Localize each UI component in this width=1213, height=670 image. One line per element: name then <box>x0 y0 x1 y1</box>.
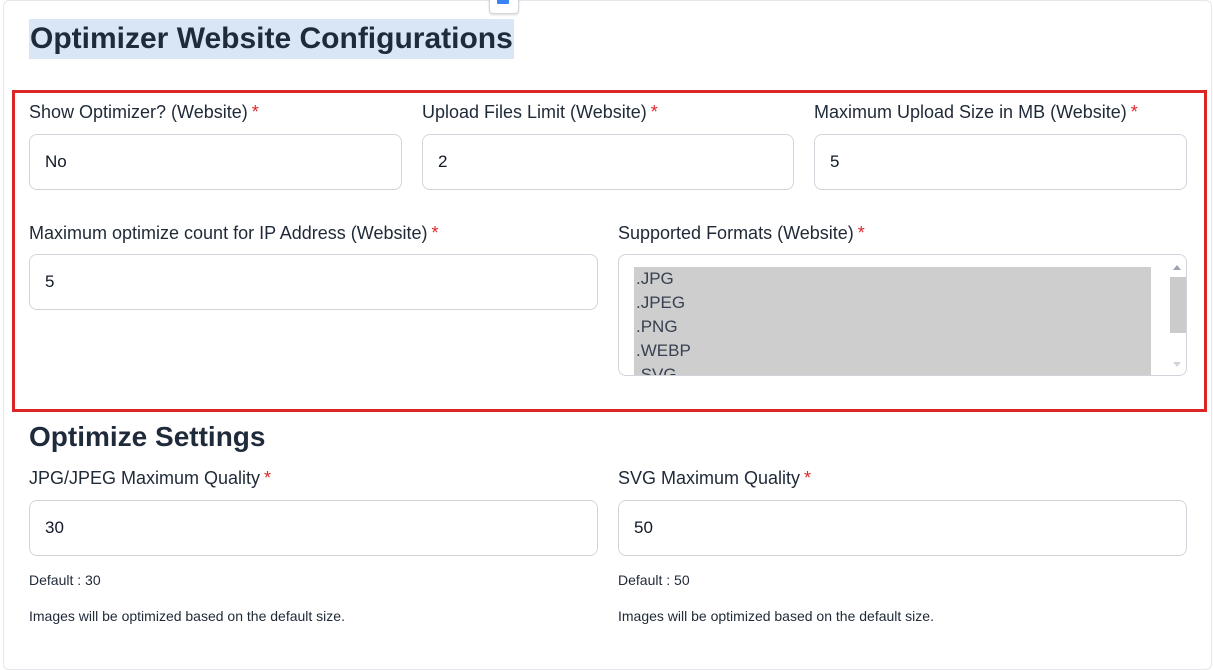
jpg-note: Images will be optimized based on the de… <box>29 608 345 624</box>
max-optimize-count-input[interactable]: 5 <box>29 254 598 310</box>
required-marker: * <box>431 223 439 243</box>
max-upload-size-label: Maximum Upload Size in MB (Website) * <box>814 102 1138 122</box>
svg-quality-input[interactable]: 50 <box>618 500 1187 556</box>
format-option[interactable]: .SVG <box>634 363 1151 375</box>
required-marker: * <box>251 102 259 122</box>
required-marker: * <box>1130 102 1138 122</box>
svg-note: Images will be optimized based on the de… <box>618 608 934 624</box>
page-title: Optimizer Website Configurations <box>29 19 514 59</box>
section-title: Optimize Settings <box>29 421 266 452</box>
required-marker: * <box>650 102 658 122</box>
jpg-quality-input[interactable]: 30 <box>29 500 598 556</box>
svg-default-hint: Default : 50 <box>618 572 690 588</box>
required-marker: * <box>804 468 812 488</box>
jpg-default-hint: Default : 30 <box>29 572 101 588</box>
upload-files-limit-label: Upload Files Limit (Website) * <box>422 102 658 122</box>
show-optimizer-select[interactable]: No <box>29 134 402 190</box>
required-marker: * <box>264 468 272 488</box>
format-options: .JPG .JPEG .PNG .WEBP .SVG <box>634 267 1151 375</box>
jpg-quality-label: JPG/JPEG Maximum Quality * <box>29 468 272 488</box>
format-option[interactable]: .JPEG <box>634 291 1151 315</box>
scroll-up-arrow-icon[interactable] <box>1173 265 1181 270</box>
show-optimizer-label: Show Optimizer? (Website) * <box>29 102 259 122</box>
format-option[interactable]: .JPG <box>634 267 1151 291</box>
svg-quality-label: SVG Maximum Quality * <box>618 468 812 488</box>
supported-formats-multiselect[interactable]: .JPG .JPEG .PNG .WEBP .SVG <box>618 254 1187 376</box>
upload-files-limit-input[interactable]: 2 <box>422 134 794 190</box>
scroll-down-arrow-icon[interactable] <box>1173 362 1181 367</box>
supported-formats-label: Supported Formats (Website) * <box>618 223 865 243</box>
format-option[interactable]: .PNG <box>634 315 1151 339</box>
format-option[interactable]: .WEBP <box>634 339 1151 363</box>
max-optimize-count-label: Maximum optimize count for IP Address (W… <box>29 223 439 243</box>
close-icon: ✕ <box>505 0 515 4</box>
max-upload-size-input[interactable]: 5 <box>814 134 1187 190</box>
scroll-thumb[interactable] <box>1170 277 1186 333</box>
scrollbar[interactable] <box>1169 259 1186 373</box>
required-marker: * <box>857 223 865 243</box>
image-close-icon[interactable]: ✕ <box>489 0 519 14</box>
